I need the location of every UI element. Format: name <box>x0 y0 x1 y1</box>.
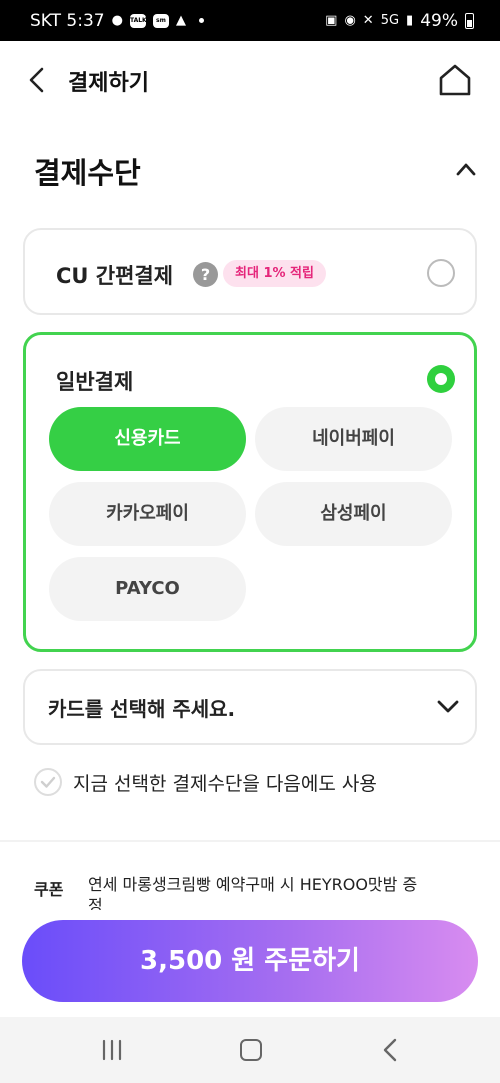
payment-method-title: 결제수단 <box>34 156 141 190</box>
lock-icon: ▣ <box>325 13 338 28</box>
status-right: ▣ ◉ ✕ 5G ▮ 49% <box>325 11 474 31</box>
page-title: 결제하기 <box>68 71 149 96</box>
back-arrow-icon[interactable] <box>26 67 50 93</box>
status-bar: SKT 5:37 ● TALK sm ▲ ▣ ◉ ✕ 5G ▮ 49% <box>0 0 500 41</box>
order-button[interactable]: 3,500 원 주문하기 <box>22 920 478 1002</box>
credit-card-button[interactable]: 신용카드 <box>49 407 246 471</box>
kakao-pay-button[interactable]: 카카오페이 <box>49 482 246 546</box>
status-left: SKT 5:37 ● TALK sm ▲ <box>30 11 204 31</box>
signal-icon: ▮ <box>406 13 414 28</box>
save-method-label: 지금 선택한 결제수단을 다음에도 사용 <box>73 772 377 795</box>
cu-easy-pay-label: CU 간편결제 <box>56 264 174 288</box>
coupon-title: 쿠폰 <box>34 880 64 899</box>
home-icon[interactable] <box>437 63 473 97</box>
chevron-down-icon <box>437 700 459 713</box>
card-select-placeholder: 카드를 선택해 주세요. <box>48 697 236 721</box>
navigation-bar <box>0 1017 500 1083</box>
cu-easy-pay-radio[interactable] <box>427 259 455 287</box>
save-method-row[interactable]: 지금 선택한 결제수단을 다음에도 사용 <box>34 768 377 796</box>
game-icon: ▲ <box>175 13 186 28</box>
alarm-icon: ◉ <box>344 13 356 28</box>
cu-easy-pay-option[interactable]: CU 간편결제 ? 최대 1% 적립 <box>23 228 477 315</box>
talk-icon: TALK <box>129 13 147 28</box>
battery-icon <box>465 12 474 29</box>
check-icon <box>40 776 56 788</box>
save-method-checkbox[interactable] <box>34 768 62 796</box>
naver-pay-button[interactable]: 네이버페이 <box>255 407 452 471</box>
mute-icon: ✕ <box>362 13 374 28</box>
help-icon[interactable]: ? <box>193 262 218 287</box>
general-pay-label: 일반결제 <box>56 370 134 394</box>
reward-badge: 최대 1% 적립 <box>223 260 326 287</box>
chevron-up-icon[interactable] <box>454 160 478 178</box>
battery-percent: 49% <box>420 10 458 31</box>
section-divider <box>0 840 500 842</box>
recent-apps-icon[interactable] <box>100 1039 124 1061</box>
network-type: 5G <box>380 13 400 28</box>
nav-home-icon[interactable] <box>240 1039 262 1061</box>
notification-dot-icon <box>198 18 204 23</box>
coupon-description: 연세 마롱생크림빵 예약구매 시 HEYROO맛밤 증정 <box>88 875 418 910</box>
card-select-dropdown[interactable]: 카드를 선택해 주세요. <box>23 669 477 745</box>
general-pay-option[interactable]: 일반결제 신용카드 네이버페이 카카오페이 삼성페이 PAYCO <box>23 332 477 652</box>
samsung-pay-button[interactable]: 삼성페이 <box>255 482 452 546</box>
payco-button[interactable]: PAYCO <box>49 557 246 621</box>
smart-icon: sm <box>152 13 169 28</box>
header: 결제하기 <box>0 41 500 119</box>
status-time: SKT 5:37 <box>30 10 105 31</box>
general-pay-radio[interactable] <box>427 365 455 393</box>
chat-bubble-icon: ● <box>111 13 123 28</box>
nav-back-icon[interactable] <box>380 1037 400 1063</box>
